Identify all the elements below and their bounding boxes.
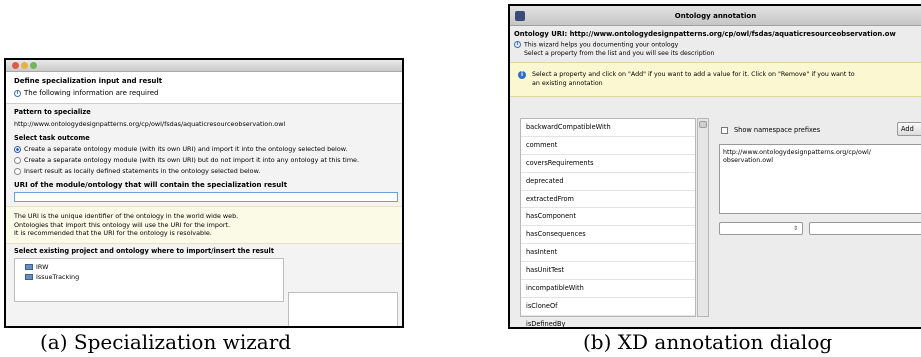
wizard-body: Pattern to specialize http://www.ontolog…	[6, 104, 402, 302]
option-separate-module[interactable]: Create a separate ontology module (with …	[14, 156, 394, 164]
list-item[interactable]: comment	[521, 137, 695, 155]
property-list-scrollbar[interactable]	[697, 118, 709, 317]
namespace-checkbox[interactable]	[721, 126, 728, 134]
list-item[interactable]: hasIntent	[521, 244, 695, 263]
module-uri-input[interactable]	[14, 192, 398, 202]
wizard-title: Define specialization input and result	[14, 77, 163, 85]
select-project-label: Select existing project and ontology whe…	[14, 246, 274, 255]
minimize-window-button[interactable]	[21, 62, 28, 69]
list-item[interactable]: isCloneOf	[521, 298, 695, 316]
app-icon	[515, 11, 525, 21]
wizard-info-text: The following information are required	[24, 89, 159, 97]
project-icon	[25, 263, 33, 270]
hint-box: i Select a property and click on "Add" i…	[510, 61, 921, 97]
project-icon	[25, 273, 33, 280]
info-icon: i	[514, 41, 521, 48]
list-item[interactable]: incompatibleWith	[521, 280, 695, 298]
wizard-description: i This wizard helps you documenting your …	[510, 38, 921, 58]
radio-button[interactable]	[14, 156, 21, 164]
specialization-wizard-window: Define specialization input and result i…	[4, 58, 404, 328]
language-select[interactable]: ⇕	[719, 222, 803, 235]
add-button[interactable]: Add	[897, 122, 921, 136]
pattern-url: http://www.ontologydesignpatterns.org/cp…	[14, 120, 286, 128]
window-titlebar: Ontology annotation	[510, 6, 921, 26]
window-titlebar	[6, 60, 402, 72]
datatype-field[interactable]	[809, 222, 921, 235]
annotation-value-textarea[interactable]: http://www.ontologydesignpatterns.org/cp…	[719, 144, 921, 214]
list-item[interactable]: backwardCompatibleWith	[521, 119, 695, 137]
spinner-arrows-icon: ⇕	[792, 225, 798, 232]
list-item[interactable]: hasComponent	[521, 208, 695, 227]
radio-button-selected[interactable]	[14, 145, 21, 153]
wizard-header: Define specialization input and result i…	[6, 72, 402, 104]
property-list: backwardCompatibleWith comment coversReq…	[520, 118, 696, 327]
option-import-module[interactable]: Create a separate ontology module (with …	[14, 145, 394, 153]
list-item[interactable]: hasConsequences	[521, 226, 695, 245]
caption-a: (a) Specialization wizard	[40, 330, 292, 354]
zoom-window-button[interactable]	[30, 62, 37, 69]
ontology-list[interactable]	[288, 292, 398, 326]
annotation-editor: Show namespace prefixes Add http://www.o…	[711, 118, 921, 317]
uri-label: URI of the module/ontology that will con…	[14, 181, 288, 189]
pattern-label: Pattern to specialize	[14, 108, 91, 116]
list-item[interactable]: deprecated	[521, 173, 695, 191]
tree-item-irw[interactable]: IRW	[25, 262, 273, 272]
caption-b: (b) XD annotation dialog	[583, 330, 833, 354]
list-item[interactable]: coversRequirements	[521, 155, 695, 173]
tree-item-issuetracking[interactable]: IssueTracking	[25, 272, 273, 282]
uri-note-box: The URI is the unique identifier of the …	[6, 206, 402, 244]
close-window-button[interactable]	[12, 62, 19, 69]
list-item[interactable]: isDefinedBy	[521, 316, 695, 327]
task-outcome-label: Select task outcome	[14, 134, 90, 142]
show-namespace-toggle[interactable]: Show namespace prefixes	[721, 126, 820, 134]
window-title: Ontology annotation	[674, 12, 757, 20]
ontology-annotation-window: Ontology annotation Ontology URI: http:/…	[508, 4, 921, 329]
ontology-uri: Ontology URI: http://www.ontologydesignp…	[514, 30, 896, 38]
info-icon: i	[14, 89, 21, 97]
scrollbar-thumb[interactable]	[699, 121, 707, 128]
info-icon: i	[518, 70, 526, 79]
option-insert-locally[interactable]: Insert result as locally defined stateme…	[14, 167, 394, 175]
list-item[interactable]: extractedFrom	[521, 191, 695, 209]
project-tree: IRW IssueTracking	[14, 257, 284, 302]
radio-button[interactable]	[14, 167, 21, 175]
list-item[interactable]: hasUnitTest	[521, 262, 695, 281]
